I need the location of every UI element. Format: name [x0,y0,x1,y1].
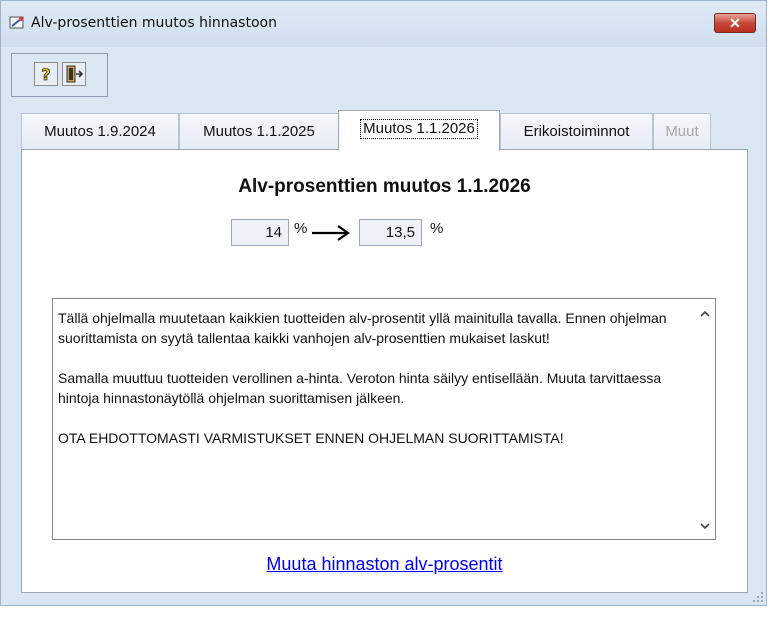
close-button[interactable]: ✕ [714,13,756,33]
app-icon [9,16,24,29]
tab-muut: Muut [653,113,711,150]
exit-door-icon [66,65,84,83]
tab-muutos-2025-01[interactable]: Muutos 1.1.2025 [179,113,339,150]
tab-erikoistoiminnot[interactable]: Erikoistoiminnot [500,113,653,150]
title-bar[interactable]: Alv-prosenttien muutos hinnastoon ✕ [1,1,766,47]
old-rate-field[interactable]: 14 [231,219,289,246]
page-title: Alv-prosenttien muutos 1.1.2026 [238,176,531,197]
vertical-scrollbar[interactable] [695,299,715,539]
old-rate-percent-sign: % [294,220,308,237]
info-paragraph-2: Samalla muuttuu tuotteiden verollinen a-… [58,370,662,406]
window-title: Alv-prosenttien muutos hinnastoon [31,15,277,31]
help-icon: ? [41,65,51,85]
info-textarea[interactable]: Tällä ohjelmalla muutetaan kaikkien tuot… [52,298,716,540]
tab-panel: Alv-prosenttien muutos 1.1.2026 14 % 13,… [21,149,748,593]
tab-muutos-2024-09[interactable]: Muutos 1.9.2024 [21,113,179,150]
resize-grip-icon[interactable] [752,591,764,603]
scroll-up-icon[interactable] [698,307,712,321]
help-button[interactable]: ? [34,62,58,86]
info-paragraph-3: OTA EHDOTTOMASTI VARMISTUKSET ENNEN OHJE… [58,430,564,446]
info-text: Tällä ohjelmalla muutetaan kaikkien tuot… [58,308,683,468]
main-window: Alv-prosenttien muutos hinnastoon ✕ ? Mu… [0,0,767,606]
new-rate-field[interactable]: 13,5 [359,219,422,246]
arrow-right-icon [312,225,350,241]
change-vat-link[interactable]: Muuta hinnaston alv-prosentit [22,554,747,575]
new-rate-percent-sign: % [430,220,444,237]
toolbar: ? [11,53,108,97]
tab-muutos-2026-01[interactable]: Muutos 1.1.2026 [338,110,500,151]
svg-text:?: ? [41,65,50,84]
info-paragraph-1: Tällä ohjelmalla muutetaan kaikkien tuot… [58,310,667,346]
scroll-down-icon[interactable] [698,519,712,533]
exit-button[interactable] [62,62,86,86]
